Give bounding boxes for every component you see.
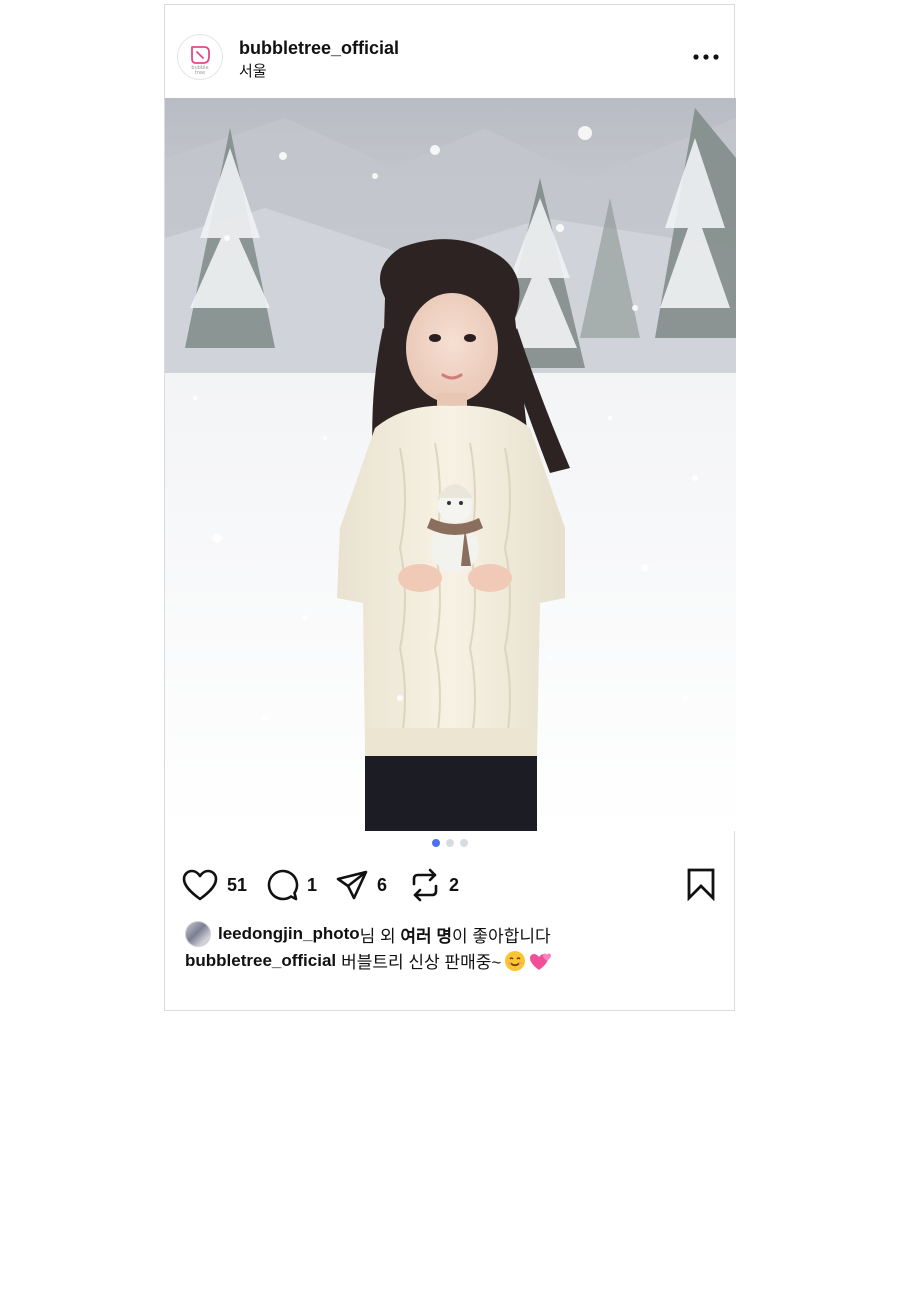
share-icon bbox=[336, 870, 368, 900]
caption-text: 버블트리 신상 판매중~ bbox=[341, 953, 502, 972]
carousel-dot[interactable] bbox=[445, 839, 454, 847]
post-actions: 51 1 6 2 bbox=[165, 865, 734, 905]
liker-username[interactable]: leedongjin_photo bbox=[218, 924, 360, 944]
comment-count: 1 bbox=[307, 874, 318, 895]
comment-button[interactable]: 1 bbox=[265, 865, 317, 905]
share-button[interactable]: 6 bbox=[335, 865, 387, 905]
profile-avatar[interactable]: bubble tree bbox=[177, 34, 223, 80]
more-icon bbox=[693, 54, 719, 60]
liked-by-suffix: 이 좋아합니다 bbox=[452, 926, 551, 946]
smile-emoji bbox=[504, 950, 526, 972]
bookmark-button[interactable] bbox=[686, 867, 716, 906]
caption-username[interactable]: bubbletree_official bbox=[185, 951, 336, 971]
repost-button[interactable]: 2 bbox=[409, 865, 459, 905]
carousel-dot[interactable] bbox=[459, 839, 468, 847]
liked-by-middle: 님 외 bbox=[359, 926, 401, 946]
repost-icon bbox=[412, 868, 438, 902]
photo-girl-in-snow bbox=[165, 98, 736, 831]
carousel-dot-active[interactable] bbox=[431, 839, 440, 847]
like-count: 51 bbox=[227, 874, 248, 895]
more-options-button[interactable] bbox=[692, 45, 720, 69]
brand-logo: bubble tree bbox=[191, 46, 210, 76]
comment-icon bbox=[267, 869, 299, 901]
post-header: bubble tree bubbletree_official 서울 bbox=[165, 5, 734, 98]
svg-text:tree: tree bbox=[195, 70, 205, 76]
liked-by-others[interactable]: 여러 명 bbox=[400, 922, 452, 947]
share-count: 6 bbox=[377, 874, 388, 895]
bookmark-icon bbox=[687, 868, 715, 902]
like-button[interactable]: 51 bbox=[181, 865, 247, 905]
post-caption: bubbletree_official 버블트리 신상 판매중~ bbox=[185, 948, 552, 973]
post-card: bubble tree bubbletree_official 서울 51 1 … bbox=[164, 4, 736, 1011]
liked-by-line: leedongjin_photo 님 외 여러 명 이 좋아합니다 bbox=[185, 921, 551, 947]
carousel-indicator bbox=[165, 839, 734, 847]
post-photo[interactable] bbox=[165, 98, 736, 831]
two-hearts-emoji bbox=[529, 950, 552, 972]
post-location[interactable]: 서울 bbox=[239, 60, 267, 81]
liker-avatar[interactable] bbox=[185, 921, 211, 947]
heart-icon bbox=[182, 869, 218, 901]
repost-count: 2 bbox=[449, 874, 460, 895]
post-username[interactable]: bubbletree_official bbox=[239, 38, 399, 59]
